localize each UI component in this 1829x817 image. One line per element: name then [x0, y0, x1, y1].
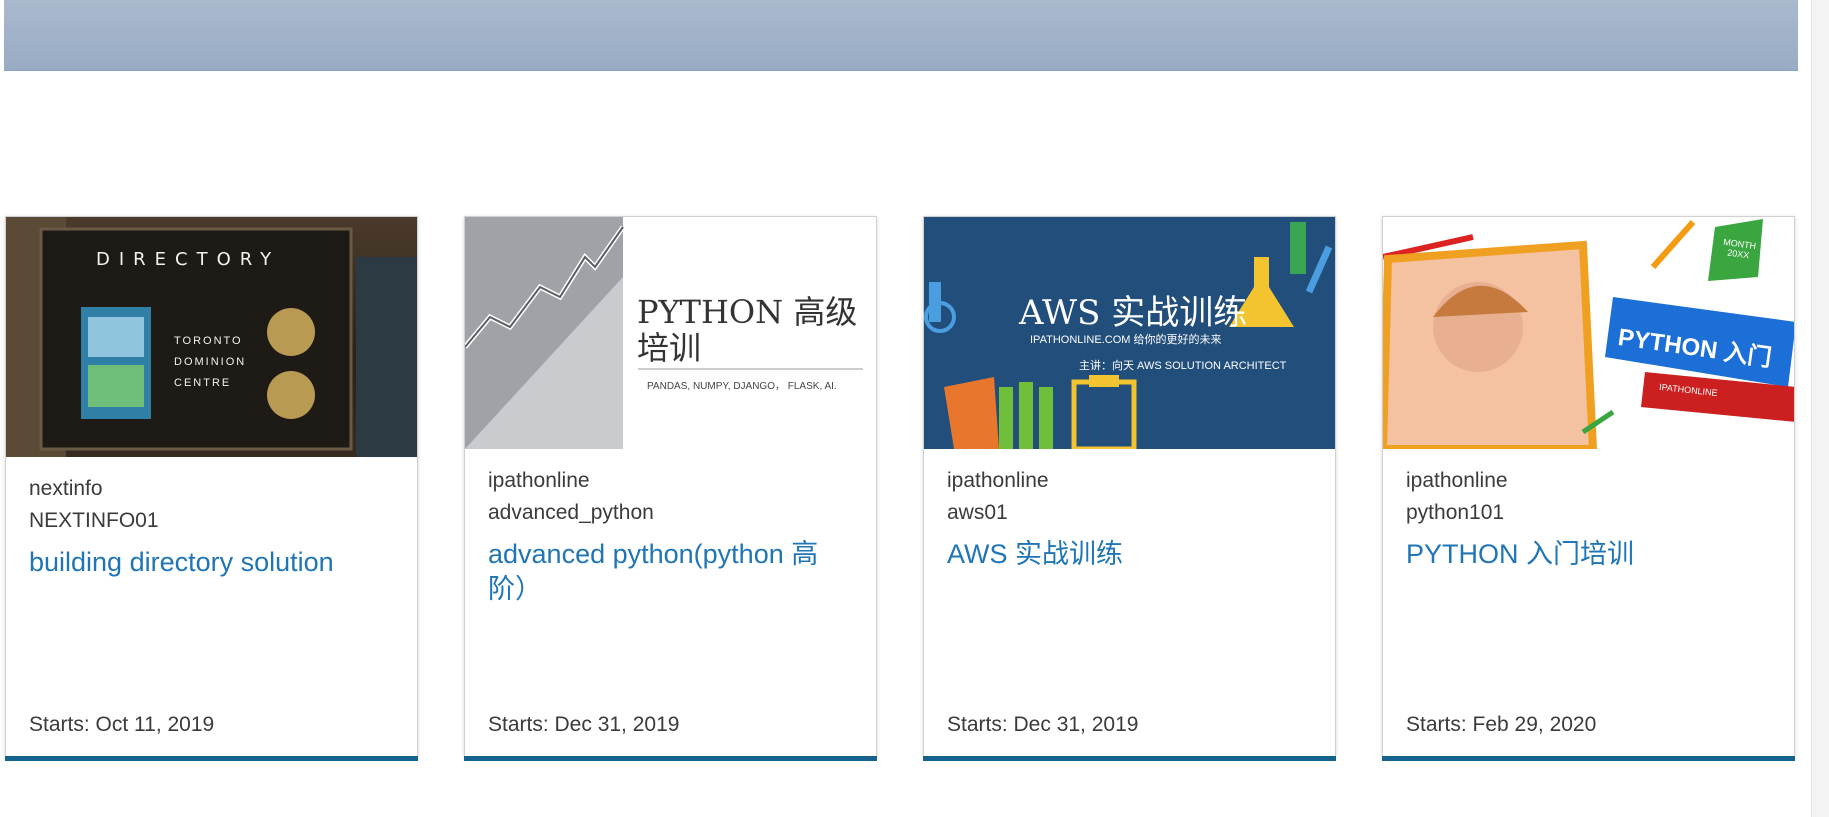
course-start-date: Starts: Dec 31, 2019: [947, 713, 1139, 736]
course-title-link[interactable]: PYTHON 入门培训: [1406, 537, 1771, 572]
course-catalog-page: DIRECTORY TORONTO DOMINION CENTRE nextin…: [0, 0, 1829, 817]
image-line-2: DOMINION: [174, 356, 247, 368]
course-image-python-101: PYTHON 入门 MONTH 20XX IPATHONLINE: [1383, 217, 1794, 449]
hero-banner: [4, 0, 1798, 71]
course-number: python101: [1406, 501, 1505, 524]
course-number: aws01: [947, 501, 1008, 524]
course-org: nextinfo: [29, 477, 103, 500]
course-card-python-101[interactable]: PYTHON 入门 MONTH 20XX IPATHONLINE ipathon…: [1382, 216, 1795, 761]
image-line-1: TORONTO: [174, 335, 243, 347]
course-org: ipathonline: [488, 469, 590, 492]
image-line-3: CENTRE: [174, 377, 232, 389]
image-heading-line-2: 培训: [637, 329, 702, 367]
card-accent-bar: [923, 756, 1336, 761]
course-title-link[interactable]: advanced python(python 高阶）: [488, 537, 853, 607]
card-accent-bar: [5, 756, 418, 761]
course-start-date: Starts: Feb 29, 2020: [1406, 713, 1597, 736]
course-org: ipathonline: [947, 469, 1049, 492]
image-speaker: 主讲：向天 AWS SOLUTION ARCHITECT: [1079, 360, 1287, 372]
image-heading-directory: DIRECTORY: [96, 249, 281, 270]
course-card-advanced-python[interactable]: PYTHON 高级 培训 PANDAS, NUMPY, DJANGO， FLAS…: [464, 216, 877, 761]
course-title-link[interactable]: building directory solution: [29, 545, 394, 580]
course-number: NEXTINFO01: [29, 509, 159, 532]
card-accent-bar: [464, 756, 877, 761]
course-start-date: Starts: Oct 11, 2019: [29, 713, 215, 736]
image-subtitle: IPATHONLINE.COM 给你的更好的未来: [1030, 334, 1222, 346]
course-image-directory: DIRECTORY TORONTO DOMINION CENTRE: [6, 217, 417, 457]
image-heading: AWS 实战训练: [1019, 293, 1248, 333]
course-org: ipathonline: [1406, 469, 1508, 492]
course-image-advanced-python: PYTHON 高级 培训 PANDAS, NUMPY, DJANGO， FLAS…: [465, 217, 876, 449]
course-number: advanced_python: [488, 501, 654, 524]
image-subtitle: PANDAS, NUMPY, DJANGO， FLASK, AI.: [647, 381, 837, 392]
course-title-link[interactable]: AWS 实战训练: [947, 537, 1312, 572]
card-accent-bar: [1382, 756, 1795, 761]
course-card-aws[interactable]: AWS 实战训练 IPATHONLINE.COM 给你的更好的未来 主讲：向天 …: [923, 216, 1336, 761]
page-scrollbar[interactable]: [1811, 0, 1829, 817]
course-card-building-directory[interactable]: DIRECTORY TORONTO DOMINION CENTRE nextin…: [5, 216, 418, 761]
course-image-aws: AWS 实战训练 IPATHONLINE.COM 给你的更好的未来 主讲：向天 …: [924, 217, 1335, 449]
course-start-date: Starts: Dec 31, 2019: [488, 713, 680, 736]
